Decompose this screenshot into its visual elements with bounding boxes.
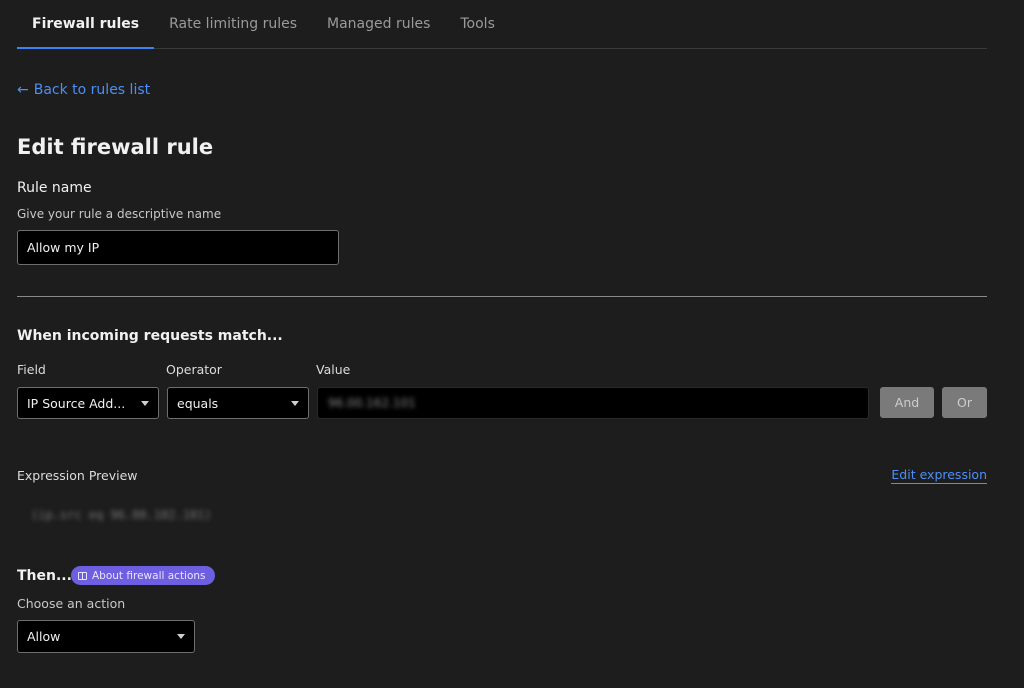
firewall-rule-editor: Firewall rules Rate limiting rules Manag… xyxy=(0,0,1024,688)
caret-down-icon xyxy=(291,400,299,406)
arrow-left-icon: ← xyxy=(17,82,29,98)
book-icon xyxy=(78,571,87,580)
tab-managed-rules[interactable]: Managed rules xyxy=(312,0,445,48)
operator-select-value: equals xyxy=(177,395,219,411)
tab-bar: Firewall rules Rate limiting rules Manag… xyxy=(17,0,987,49)
edit-expression-link[interactable]: Edit expression xyxy=(891,467,987,484)
operator-label: Operator xyxy=(166,362,222,377)
back-link-label: Back to rules list xyxy=(33,82,151,98)
action-help: Choose an action xyxy=(17,596,126,611)
expression-preview-code: (ip.src eq 96.00.102.101) xyxy=(31,508,212,522)
action-select[interactable]: Allow xyxy=(17,620,195,653)
field-select-value: IP Source Add... xyxy=(27,395,126,411)
or-button[interactable]: Or xyxy=(942,387,987,418)
rule-name-label: Rule name xyxy=(17,180,92,196)
badge-label: About firewall actions xyxy=(92,569,206,582)
action-select-value: Allow xyxy=(27,629,61,644)
and-button[interactable]: And xyxy=(880,387,934,418)
tab-tools[interactable]: Tools xyxy=(445,0,510,48)
section-divider xyxy=(17,296,987,297)
caret-down-icon xyxy=(177,634,185,639)
caret-down-icon xyxy=(141,400,149,406)
match-section-title: When incoming requests match... xyxy=(17,328,283,344)
tab-rate-limiting-rules[interactable]: Rate limiting rules xyxy=(154,0,312,48)
field-label: Field xyxy=(17,362,46,377)
rule-name-input[interactable] xyxy=(17,230,339,265)
operator-select[interactable]: equals xyxy=(167,387,309,419)
tab-firewall-rules[interactable]: Firewall rules xyxy=(17,0,155,49)
value-input[interactable]: 96.00.162.101 xyxy=(317,387,869,419)
back-to-rules-link[interactable]: ← Back to rules list xyxy=(17,82,150,98)
rule-name-help: Give your rule a descriptive name xyxy=(17,207,222,221)
value-input-text: 96.00.162.101 xyxy=(328,396,416,410)
field-select[interactable]: IP Source Add... xyxy=(17,387,159,419)
about-firewall-actions-badge[interactable]: About firewall actions xyxy=(71,566,215,585)
then-section-title: Then... xyxy=(17,568,72,584)
expression-preview-label: Expression Preview xyxy=(17,468,138,483)
value-label: Value xyxy=(316,362,351,377)
page-title: Edit firewall rule xyxy=(17,135,214,159)
